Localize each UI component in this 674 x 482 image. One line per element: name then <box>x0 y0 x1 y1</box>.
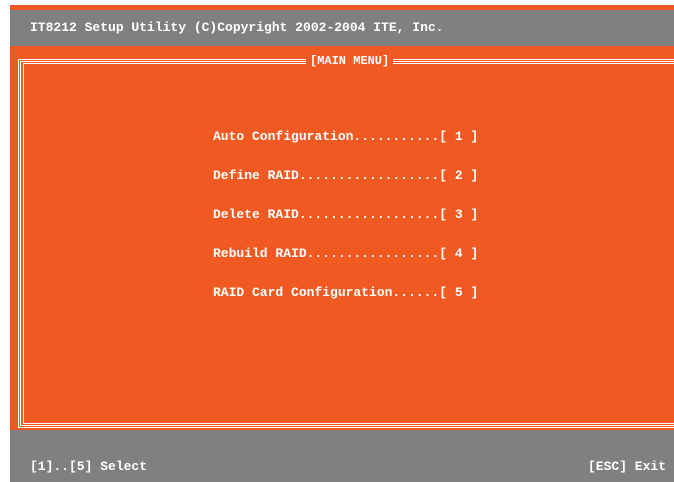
exit-hint[interactable]: [ESC] Exit <box>588 459 666 474</box>
menu-item-raid-card-configuration[interactable]: RAID Card Configuration......[ 5 ] <box>213 285 478 301</box>
title-text: IT8212 Setup Utility (C)Copyright 2002-2… <box>30 20 444 35</box>
screen-edge <box>0 5 10 477</box>
title-bar: IT8212 Setup Utility (C)Copyright 2002-2… <box>10 10 674 46</box>
status-bar: [1]..[5] Select [ESC] Exit <box>10 430 674 482</box>
menu-item-auto-configuration[interactable]: Auto Configuration...........[ 1 ] <box>213 129 478 145</box>
menu-frame-inner <box>23 63 674 424</box>
menu-item-define-raid[interactable]: Define RAID..................[ 2 ] <box>213 168 478 184</box>
menu-item-delete-raid[interactable]: Delete RAID..................[ 3 ] <box>213 207 478 223</box>
menu-title: [MAIN MENU] <box>306 53 394 69</box>
menu-item-rebuild-raid[interactable]: Rebuild RAID.................[ 4 ] <box>213 246 478 262</box>
bios-screen: IT8212 Setup Utility (C)Copyright 2002-2… <box>10 5 674 482</box>
select-hint: [1]..[5] Select <box>30 459 148 474</box>
